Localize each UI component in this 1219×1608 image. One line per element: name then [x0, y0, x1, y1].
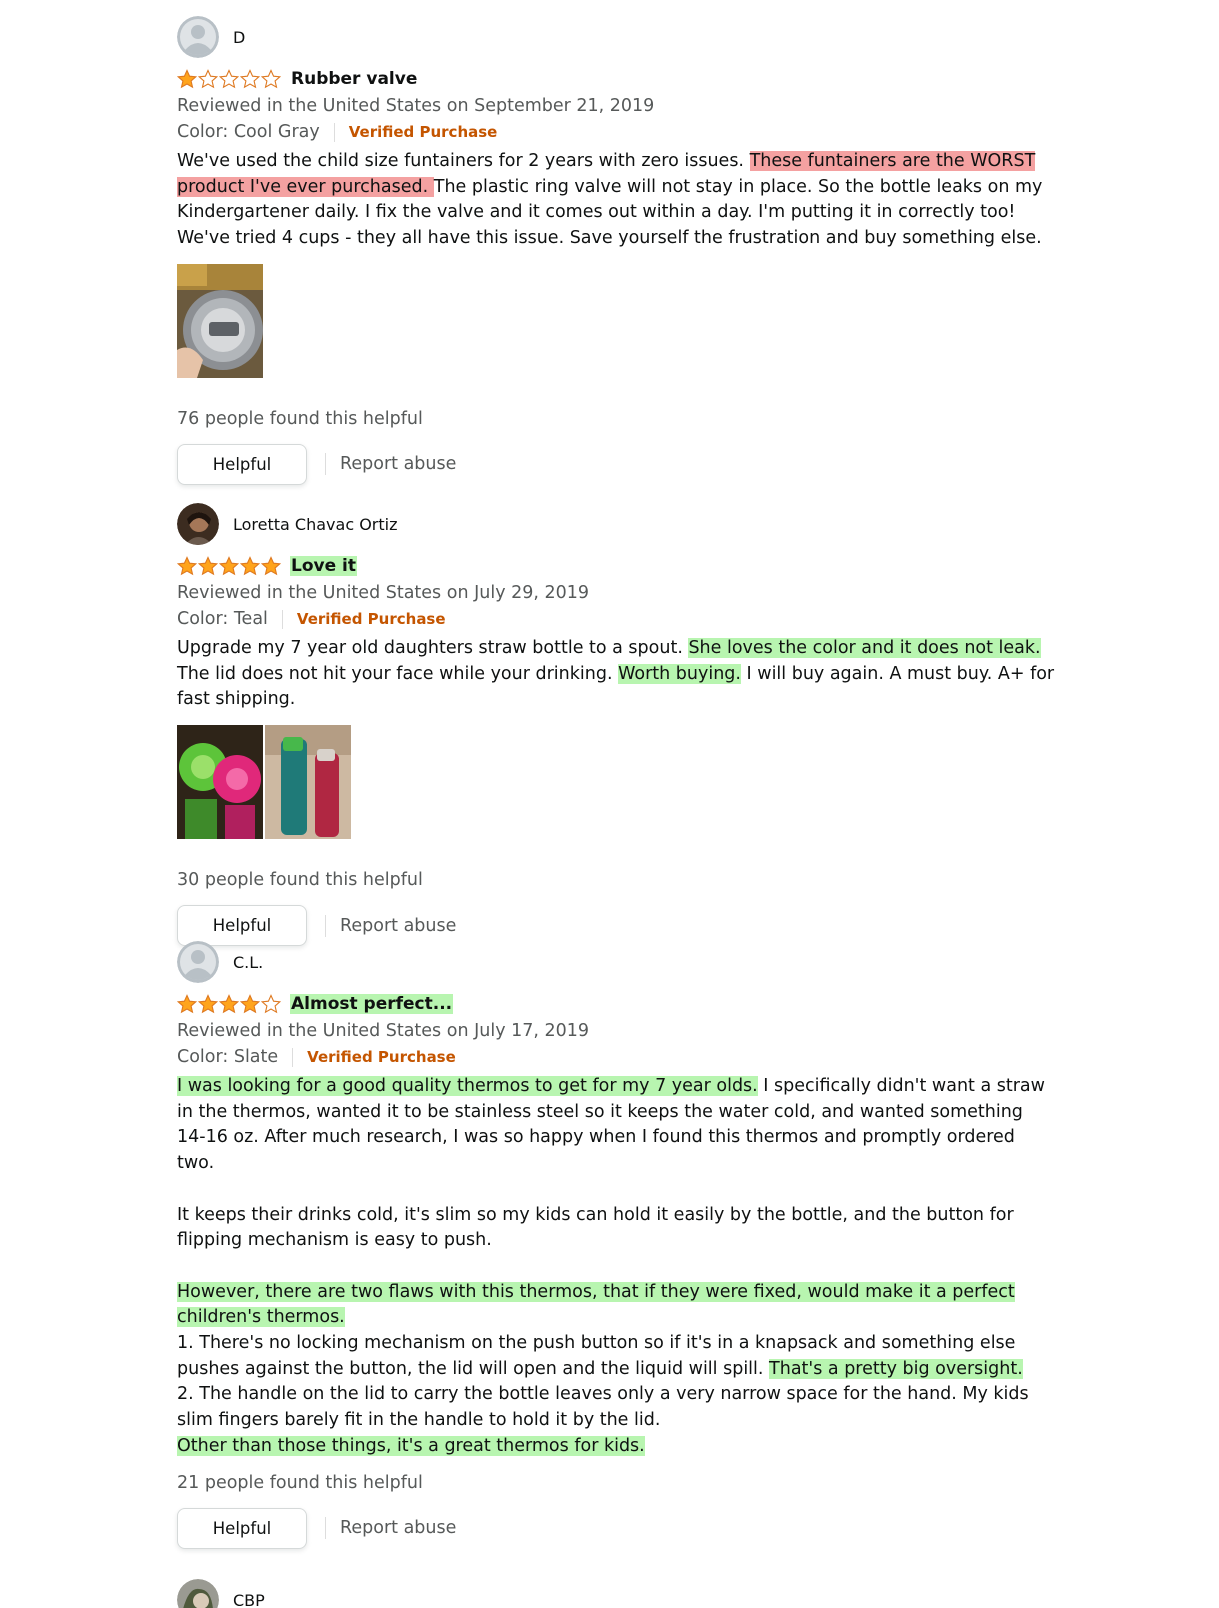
- review-paragraph: 2. The handle on the lid to carry the bo…: [177, 1382, 1057, 1433]
- reviewer-profile[interactable]: Loretta Chavac Ortiz: [177, 502, 1077, 546]
- verified-purchase-badge[interactable]: Verified Purchase: [307, 1044, 456, 1070]
- product-variant[interactable]: Color: Teal: [177, 606, 268, 632]
- helpful-count: 76 people found this helpful: [177, 408, 423, 429]
- divider: [333, 122, 335, 142]
- divider: [325, 453, 326, 476]
- highlighted-text: However, there are two flaws with this t…: [177, 1281, 1015, 1328]
- star-filled-icon: [261, 556, 281, 576]
- review-title[interactable]: Love it: [290, 556, 357, 576]
- star-filled-icon: [240, 994, 260, 1014]
- reviewer-name[interactable]: C.L.: [233, 953, 263, 972]
- star-filled-icon: [240, 556, 260, 576]
- highlighted-text: That's a pretty big oversight.: [769, 1358, 1023, 1379]
- review-paragraph: We've used the child size funtainers for…: [177, 149, 1047, 252]
- review-text: The lid does not hit your face while you…: [177, 663, 619, 684]
- review-body: I was looking for a good quality thermos…: [177, 1074, 1057, 1460]
- review-paragraph: [177, 1254, 1057, 1280]
- reviewer-name[interactable]: CBP: [233, 1591, 265, 1608]
- reviewer-profile[interactable]: CBP: [177, 1578, 1077, 1608]
- star-empty-icon: [261, 994, 281, 1014]
- review-card: Loretta Chavac Ortiz Love it Reviewed in…: [177, 502, 1077, 947]
- divider: [281, 609, 283, 629]
- star-rating[interactable]: [177, 69, 282, 89]
- review-text: Upgrade my 7 year old daughters straw bo…: [177, 638, 689, 658]
- divider: [292, 1047, 294, 1067]
- star-filled-icon: [219, 994, 239, 1014]
- helpful-button[interactable]: Helpful: [177, 1507, 307, 1549]
- review-image[interactable]: [265, 725, 351, 840]
- star-empty-icon: [240, 69, 260, 89]
- reviewer-name[interactable]: Loretta Chavac Ortiz: [233, 515, 398, 534]
- highlighted-text: She loves the color and it does not leak…: [688, 638, 1041, 658]
- review-image[interactable]: [177, 725, 263, 840]
- star-filled-icon: [177, 556, 197, 576]
- report-abuse-link[interactable]: Report abuse: [340, 916, 456, 936]
- review-paragraph: Upgrade my 7 year old daughters straw bo…: [177, 636, 1067, 713]
- review-body: Upgrade my 7 year old daughters straw bo…: [177, 636, 1067, 713]
- star-empty-icon: [261, 69, 281, 89]
- user-photo-avatar: [177, 1579, 219, 1608]
- default-avatar-icon: [177, 941, 219, 983]
- star-rating[interactable]: [177, 556, 282, 576]
- reviewer-profile[interactable]: D: [177, 15, 1077, 59]
- user-photo-avatar: [177, 503, 219, 545]
- helpful-count: 21 people found this helpful: [177, 1472, 423, 1493]
- star-empty-icon: [219, 69, 239, 89]
- star-rating[interactable]: [177, 994, 282, 1014]
- star-filled-icon: [198, 556, 218, 576]
- review-image[interactable]: [177, 263, 263, 378]
- review-card: D Rubber valve Reviewed in the United St…: [177, 15, 1077, 485]
- review-body: We've used the child size funtainers for…: [177, 149, 1047, 252]
- review-card: C.L. Almost perfect... Reviewed in the U…: [177, 940, 1077, 1549]
- star-filled-icon: [177, 994, 197, 1014]
- highlighted-text: Other than those things, it's a great th…: [177, 1435, 645, 1456]
- star-empty-icon: [198, 69, 218, 89]
- verified-purchase-badge[interactable]: Verified Purchase: [297, 606, 446, 632]
- review-paragraph: [177, 1177, 1057, 1203]
- highlighted-text: Worth buying.: [618, 663, 741, 684]
- verified-purchase-badge[interactable]: Verified Purchase: [349, 119, 498, 145]
- star-filled-icon: [198, 994, 218, 1014]
- product-variant[interactable]: Color: Slate: [177, 1044, 278, 1070]
- review-paragraph: Other than those things, it's a great th…: [177, 1434, 1057, 1460]
- review-card: CBP: [177, 1578, 1077, 1608]
- review-paragraph: However, there are two flaws with this t…: [177, 1280, 1057, 1331]
- report-abuse-link[interactable]: Report abuse: [340, 1518, 456, 1538]
- review-text: It keeps their drinks cold, it's slim so…: [177, 1204, 1014, 1251]
- review-images: [177, 263, 1077, 378]
- highlighted-text: I was looking for a good quality thermos…: [177, 1076, 758, 1096]
- product-variant[interactable]: Color: Cool Gray: [177, 119, 320, 145]
- review-title[interactable]: Almost perfect...: [290, 994, 454, 1014]
- divider: [325, 1517, 326, 1540]
- review-text: 2. The handle on the lid to carry the bo…: [177, 1384, 1029, 1431]
- review-title[interactable]: Rubber valve: [290, 69, 418, 89]
- reviewer-profile[interactable]: C.L.: [177, 940, 1077, 984]
- review-text: We've used the child size funtainers for…: [177, 151, 750, 171]
- star-filled-icon: [219, 556, 239, 576]
- review-paragraph: I was looking for a good quality thermos…: [177, 1074, 1057, 1177]
- review-date: Reviewed in the United States on July 17…: [177, 1021, 590, 1041]
- review-date: Reviewed in the United States on Septemb…: [177, 96, 655, 116]
- helpful-button[interactable]: Helpful: [177, 443, 307, 485]
- report-abuse-link[interactable]: Report abuse: [340, 454, 456, 474]
- reviewer-name[interactable]: D: [233, 28, 245, 47]
- review-paragraph: It keeps their drinks cold, it's slim so…: [177, 1203, 1057, 1254]
- review-date: Reviewed in the United States on July 29…: [177, 583, 590, 603]
- star-filled-icon: [177, 69, 197, 89]
- divider: [325, 914, 326, 937]
- review-paragraph: 1. There's no locking mechanism on the p…: [177, 1331, 1057, 1382]
- review-images: [177, 725, 1077, 840]
- helpful-count: 30 people found this helpful: [177, 870, 423, 891]
- default-avatar-icon: [177, 16, 219, 58]
